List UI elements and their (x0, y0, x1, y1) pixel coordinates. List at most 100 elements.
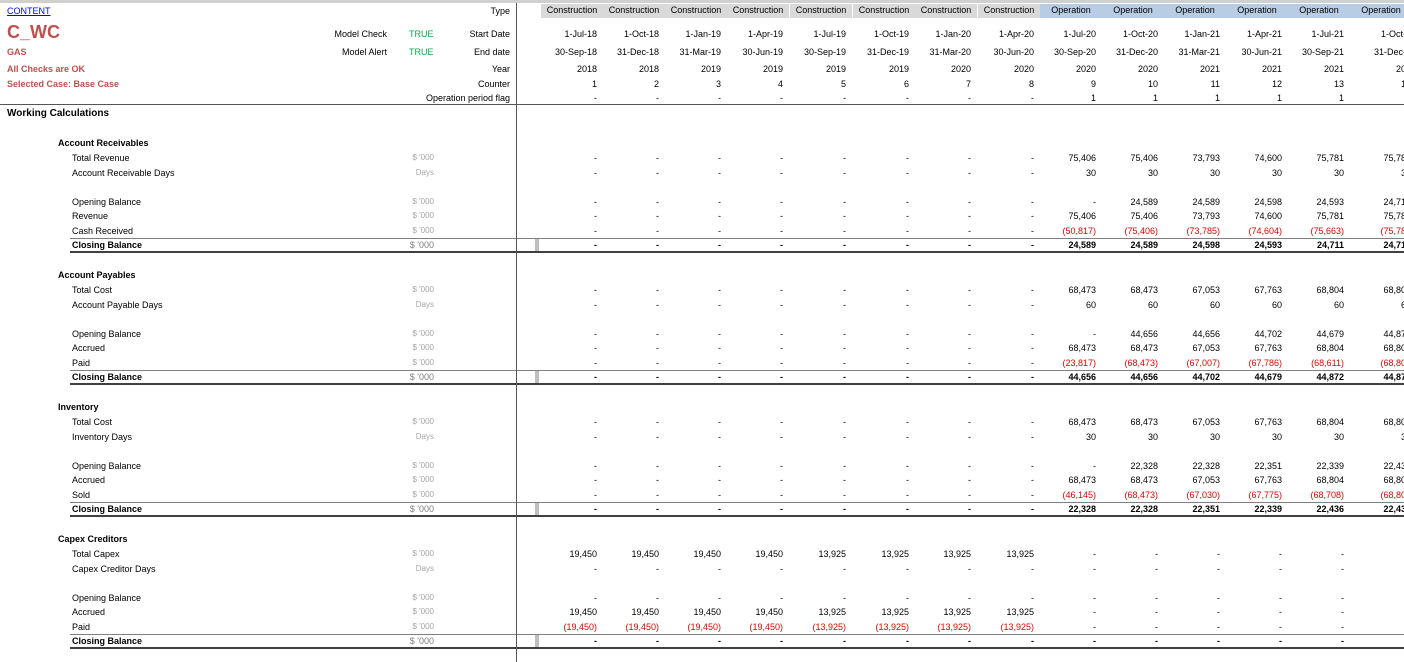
cell-value: 22,43 (1383, 504, 1404, 514)
cell-value: - (906, 197, 909, 207)
cell-value: (23,817) (1062, 358, 1096, 368)
cell-value: - (843, 358, 846, 368)
cell-value: - (906, 475, 909, 485)
cell-value: - (594, 168, 597, 178)
cell-value: (67,786) (1248, 358, 1282, 368)
cell-value: - (1031, 358, 1034, 368)
cell-value: 19,450 (755, 607, 783, 617)
cell-value: - (1217, 549, 1220, 559)
cell-value: - (656, 636, 659, 646)
cell-value: - (1093, 636, 1096, 646)
row-unit: $ '000 (412, 197, 434, 206)
row-label: Opening Balance (72, 593, 142, 603)
cell-value: 60 (1085, 300, 1096, 310)
cell-value: - (906, 240, 909, 250)
cell-value: 60 (1209, 300, 1220, 310)
row-unit: $ '000 (412, 475, 434, 484)
cell-value: - (656, 197, 659, 207)
row-label: Total Capex (72, 549, 120, 559)
cell-value: 22,351 (1254, 461, 1282, 471)
period-start-date: 1-Apr-19 (747, 29, 783, 39)
content-link[interactable]: CONTENT (7, 5, 51, 17)
cell-value: 74,600 (1254, 153, 1282, 163)
row-unit: $ '000 (412, 343, 434, 352)
cell-value: - (718, 285, 721, 295)
row-label: Opening Balance (72, 461, 142, 471)
cell-value: - (1341, 564, 1344, 574)
cell-value: (13,925) (875, 622, 909, 632)
cell-value: - (1341, 636, 1344, 646)
cell-value: - (1031, 475, 1034, 485)
period-start-date: 1-Oct- (1380, 29, 1404, 39)
cell-value: 19,450 (631, 549, 659, 559)
cell-value: - (1031, 300, 1034, 310)
period-counter: 11 (1210, 79, 1220, 89)
selected-case: Selected Case: Base Case (7, 79, 120, 89)
row-unit: $ '000 (412, 329, 434, 338)
cell-value: 60 (1271, 300, 1282, 310)
period-year: 2019 (700, 64, 721, 74)
cell-value: 67,763 (1254, 417, 1282, 427)
cell-value: (13,925) (937, 622, 971, 632)
cell-value: - (906, 168, 909, 178)
cell-value: - (594, 475, 597, 485)
cell-value: - (594, 343, 597, 353)
cell-value: 30 (1271, 168, 1282, 178)
cell-value: 24,71 (1383, 197, 1404, 207)
period-year: 2018 (638, 64, 659, 74)
cell-value: - (780, 211, 783, 221)
period-start-date: 1-Jul-18 (564, 29, 597, 39)
period-type: Construction (546, 5, 598, 15)
row-unit: $ '000 (412, 461, 434, 470)
cell-value: - (906, 211, 909, 221)
row-unit: $ '000 (409, 636, 434, 646)
cell-value: 30 (1147, 168, 1158, 178)
cell-value: - (843, 300, 846, 310)
row-unit: $ '000 (412, 211, 434, 220)
cell-value: 3 (1400, 168, 1404, 178)
period-counter: 4 (777, 79, 783, 89)
cell-value: - (718, 168, 721, 178)
cell-value: 30 (1085, 432, 1096, 442)
cell-value: - (1093, 564, 1096, 574)
cell-value: - (656, 343, 659, 353)
period-start-date: 1-Oct-18 (623, 29, 659, 39)
cell-value: (19,450) (563, 622, 597, 632)
cell-value: - (843, 417, 846, 427)
period-end-date: 30-Jun-19 (742, 47, 783, 57)
cell-value: - (1031, 168, 1034, 178)
model-check-label: Model Check (334, 29, 387, 39)
period-end-date: 31-Dec-19 (866, 47, 909, 57)
cell-value: - (718, 211, 721, 221)
cell-value: - (843, 564, 846, 574)
checks-status: All Checks are OK (7, 64, 86, 74)
row-unit: $ '000 (409, 240, 434, 250)
row-unit: $ '000 (412, 593, 434, 602)
cell-value: - (968, 504, 971, 514)
cell-value: (75,406) (1124, 226, 1158, 236)
cell-value: 22,328 (1130, 461, 1158, 471)
cell-value: 75,78 (1383, 211, 1404, 221)
cell-value: - (843, 593, 846, 603)
operation-flag: - (594, 93, 597, 103)
cell-value: - (594, 432, 597, 442)
row-label: Paid (72, 358, 91, 368)
cell-value: - (1093, 607, 1096, 617)
cell-value: - (656, 504, 659, 514)
cell-value: 13,925 (943, 607, 971, 617)
period-type: Construction (858, 5, 910, 15)
cell-value: - (594, 593, 597, 603)
cell-value: - (594, 197, 597, 207)
cell-value: - (1279, 549, 1282, 559)
cell-value: - (968, 285, 971, 295)
period-year: 2019 (888, 64, 909, 74)
cell-value: 30 (1147, 432, 1158, 442)
cell-value: - (1279, 593, 1282, 603)
cell-value: - (1031, 211, 1034, 221)
period-counter: 1 (591, 79, 597, 89)
cell-value: - (1217, 607, 1220, 617)
cell-value: - (656, 211, 659, 221)
closing-balance-top-border (70, 238, 1404, 239)
cell-value: 19,450 (569, 549, 597, 559)
cell-value: - (1093, 197, 1096, 207)
